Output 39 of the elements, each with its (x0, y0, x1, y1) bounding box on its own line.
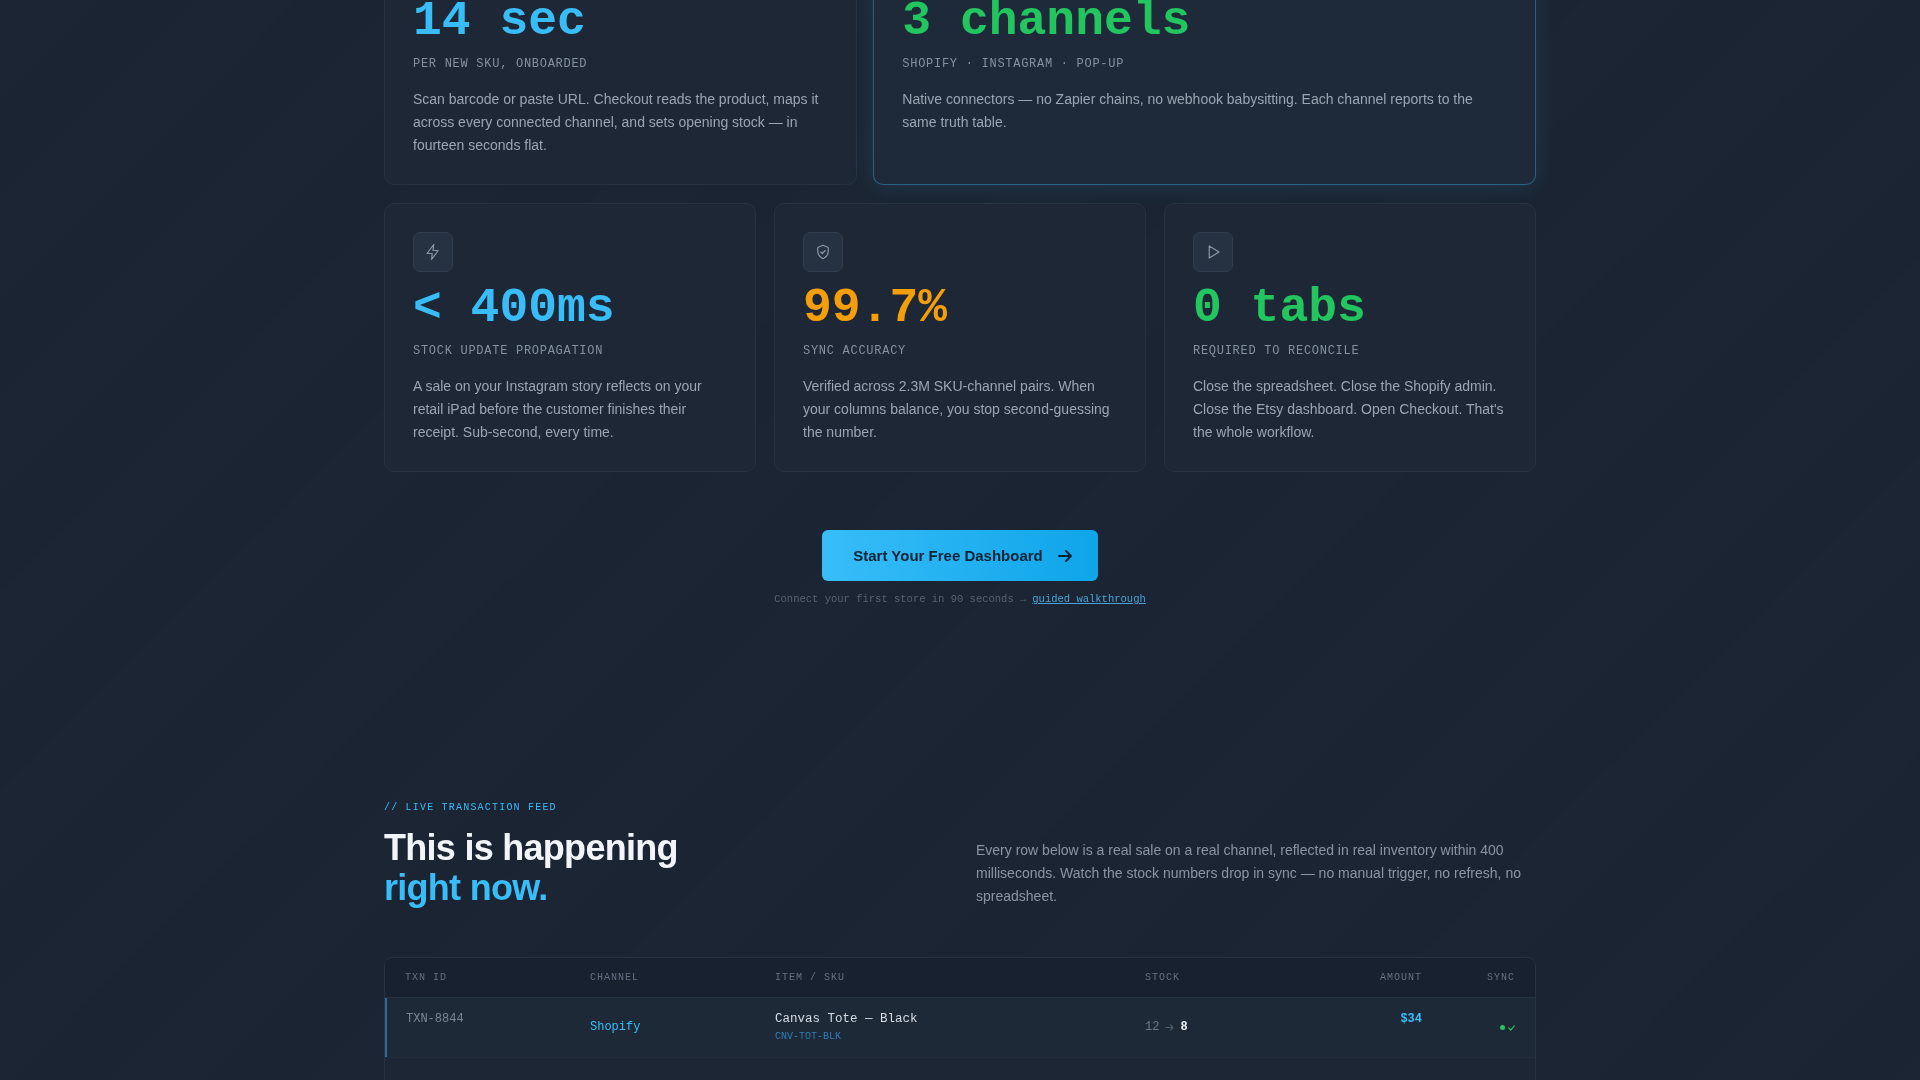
stat-value: 0 tabs (1193, 282, 1367, 335)
item-name: Canvas Tote — Black (775, 1011, 919, 1028)
sku-code: CNV-TOT-BLK (775, 1030, 842, 1044)
section-heading: This is happening right now. (384, 828, 679, 908)
start-dashboard-button[interactable]: Start Your Free Dashboard (822, 530, 1098, 581)
check-icon (1508, 1024, 1515, 1031)
column-header: TXN ID (405, 972, 448, 983)
cta-note: Connect your first store in 90 seconds → (774, 592, 1027, 606)
section-eyebrow: // LIVE TRANSACTION FEED (384, 802, 558, 814)
stat-label: PER NEW SKU, ONBOARDED (413, 56, 589, 72)
stat-value: 14 sec (413, 0, 587, 48)
stat-value: < 400ms (413, 282, 616, 335)
stat-description: Verified across 2.3M SKU-channel pairs. When your columns balance, you stop second-guessing the number. (803, 377, 1111, 442)
column-header: ITEM / SKU (775, 972, 846, 983)
column-header: CHANNEL (590, 972, 640, 983)
stock-after: 8 (1180, 1019, 1188, 1036)
stat-label: SYNC ACCURACY (803, 343, 907, 359)
stat-value: 99.7% (803, 282, 949, 335)
column-header: AMOUNT (1379, 972, 1422, 983)
column-header: STOCK (1145, 972, 1181, 983)
txn-id-cell-text: TXN-8844 (405, 1011, 465, 1028)
stat-label: REQUIRED TO RECONCILE (1193, 343, 1361, 359)
stat-description: Scan barcode or paste URL. Checkout reads the product, maps it across every connected channel, and sets opening stock — in fourteen seconds flat. (413, 90, 820, 155)
channel-cell-text: Shopify (590, 1019, 642, 1036)
arrow-right-icon (1165, 1024, 1175, 1031)
stat-label: SHOPIFY · INSTAGRAM · POP-UP (902, 56, 1126, 72)
lightning-bolt-icon (413, 232, 453, 272)
walkthrough-link[interactable]: guided walkthrough (1032, 592, 1146, 606)
stat-description: A sale on your Instagram story reflects on your retail iPad before the customer finishes their receipt. Sub-second, every time. (413, 377, 703, 442)
stat-description: Native connectors — no Zapier chains, no webhook babysitting. Each channel reports to the same truth table. (902, 90, 1474, 132)
stock-before: 12 (1145, 1019, 1160, 1036)
play-icon (1193, 232, 1233, 272)
stat-description: Close the spreadsheet. Close the Shopify admin. Close the Etsy dashboard. Open Checkout. That's the whole workflow. (1193, 377, 1505, 442)
arrow-right-icon (1057, 549, 1072, 562)
column-header: SYNC (1486, 972, 1515, 983)
section-intro: Every row below is a real sale on a real channel, reflected in real inventory within 400 milliseconds. Watch the stock numbers drop in sync — no manual trigger, no refresh, no spreadsheet. (976, 841, 1522, 906)
shield-check-icon (803, 232, 843, 272)
stat-label: STOCK UPDATE PROPAGATION (413, 343, 605, 359)
amount-cell-text: $34 (1399, 1011, 1422, 1028)
